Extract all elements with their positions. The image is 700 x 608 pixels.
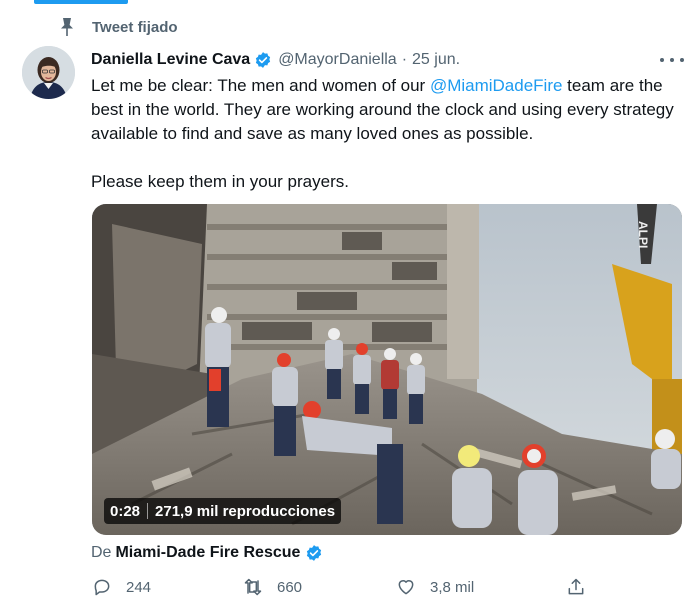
tweet-header: Daniella Levine Cava @MayorDaniella · 25… <box>91 49 460 71</box>
crane-overlay-text: ALPI <box>636 221 650 248</box>
more-icon[interactable] <box>660 52 684 68</box>
verified-badge-icon <box>307 545 322 561</box>
share-button[interactable] <box>566 576 600 598</box>
video-stats-badge: 0:28 271,9 mil reproducciones <box>104 498 342 524</box>
tweet-text-paragraph2: Please keep them in your prayers. <box>91 172 349 191</box>
like-button[interactable]: 3,8 mil <box>396 576 474 598</box>
retweet-count: 660 <box>277 578 303 596</box>
video-thumbnail: ALPI <box>92 204 682 535</box>
retweet-button[interactable]: 660 <box>243 576 302 598</box>
avatar[interactable] <box>22 46 75 99</box>
pin-icon <box>61 18 73 36</box>
reply-icon <box>94 579 110 596</box>
verified-badge-icon <box>256 52 271 68</box>
tweet-text-part1: Let me be clear: The men and women of ou… <box>91 76 430 95</box>
author-display-name[interactable]: Daniella Levine Cava <box>91 51 250 69</box>
video-player[interactable]: ALPI <box>92 204 682 535</box>
from-source: De Miami-Dade Fire Rescue <box>91 542 329 564</box>
tweet-date[interactable]: 25 jun. <box>412 51 460 69</box>
like-icon <box>398 580 414 595</box>
share-icon <box>568 578 584 595</box>
like-count: 3,8 mil <box>430 578 475 596</box>
video-views: 271,9 mil reproducciones <box>155 502 336 520</box>
from-prefix: De <box>91 544 112 561</box>
mention-link[interactable]: @MiamiDadeFire <box>430 76 563 95</box>
reply-button[interactable]: 244 <box>92 576 151 598</box>
pinned-label: Tweet fijado <box>92 19 178 36</box>
from-source-name[interactable]: Miami-Dade Fire Rescue <box>115 544 300 562</box>
retweet-icon <box>244 578 262 596</box>
tweet-text: Let me be clear: The men and women of ou… <box>91 74 691 146</box>
reply-count: 244 <box>126 578 152 596</box>
video-duration: 0:28 <box>110 502 141 520</box>
author-handle[interactable]: @MayorDaniella <box>278 51 397 69</box>
separator-dot: · <box>401 51 408 68</box>
top-tab-indicator <box>34 0 128 4</box>
badge-divider <box>147 503 149 519</box>
